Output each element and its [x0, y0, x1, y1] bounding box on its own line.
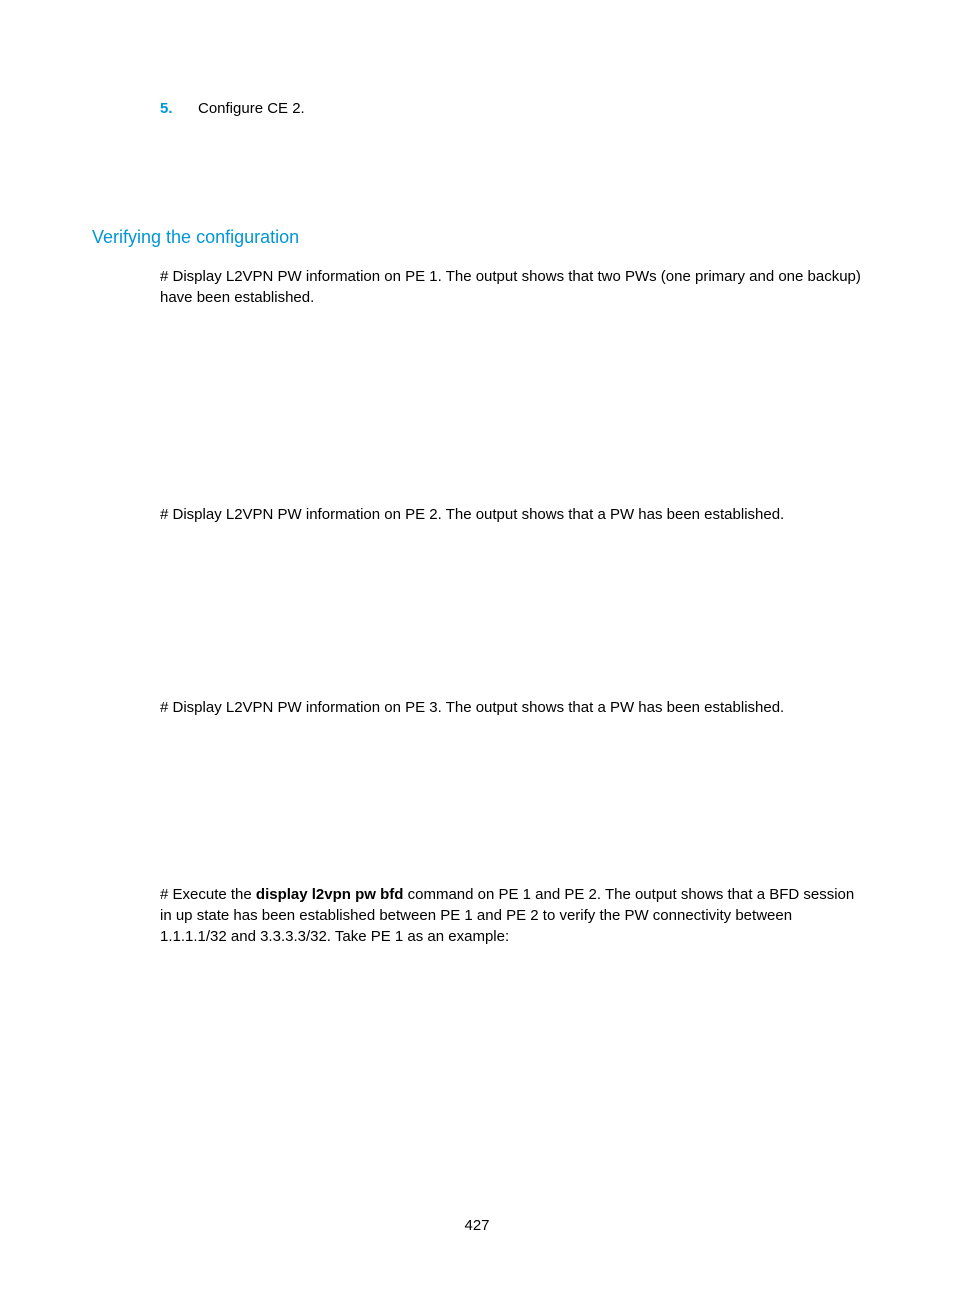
step-text: Configure CE 2.: [198, 100, 305, 117]
step-number: 5.: [160, 100, 198, 117]
paragraph-pe1: # Display L2VPN PW information on PE 1. …: [160, 266, 862, 308]
section-heading: Verifying the configuration: [92, 227, 862, 248]
paragraph-pe3: # Display L2VPN PW information on PE 3. …: [160, 697, 862, 718]
page-number: 427: [0, 1217, 954, 1234]
para4-pre: # Execute the: [160, 886, 256, 903]
step-item: 5. Configure CE 2.: [160, 100, 862, 117]
para4-command: display l2vpn pw bfd: [256, 886, 404, 903]
paragraph-bfd: # Execute the display l2vpn pw bfd comma…: [160, 884, 862, 947]
paragraph-pe2: # Display L2VPN PW information on PE 2. …: [160, 504, 862, 525]
